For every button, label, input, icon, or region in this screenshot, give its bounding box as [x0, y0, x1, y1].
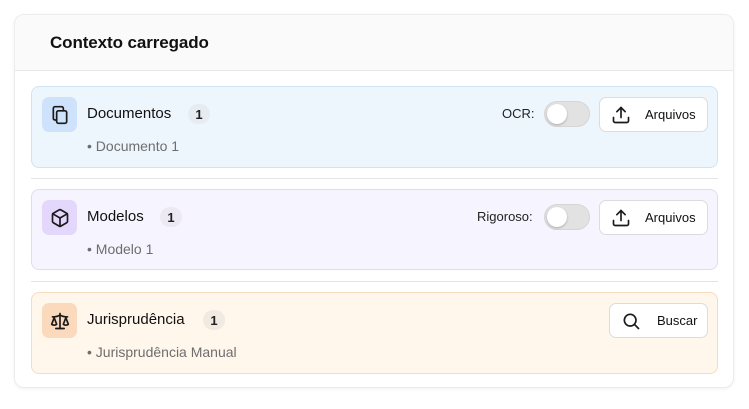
- jurisprudence-count-badge: 1: [203, 310, 225, 330]
- documents-title: Documentos: [87, 105, 172, 122]
- jurisprudence-section: Jurisprudência 1 • Jurisprudência Manual…: [31, 292, 718, 374]
- upload-icon: [611, 208, 631, 228]
- upload-button-label: Arquivos: [645, 210, 696, 225]
- upload-icon: [611, 105, 631, 125]
- ocr-toggle-label: OCR:: [502, 106, 535, 121]
- toggle-knob: [547, 104, 567, 124]
- models-title: Modelos: [87, 208, 144, 225]
- models-section: Modelos 1 • Modelo 1 Rigoroso: Arquivos: [31, 189, 718, 270]
- list-item: • Documento 1: [87, 138, 180, 154]
- models-upload-button[interactable]: Arquivos: [599, 200, 708, 235]
- upload-button-label: Arquivos: [645, 107, 696, 122]
- context-card: Contexto carregado Documentos 1 • Docume…: [14, 14, 734, 388]
- card-title: Contexto carregado: [50, 32, 209, 52]
- search-button-label: Buscar: [657, 313, 698, 328]
- models-count-badge: 1: [160, 207, 182, 227]
- search-button[interactable]: Buscar: [609, 303, 708, 338]
- list-item: • Modelo 1: [87, 241, 154, 257]
- documents-count-badge: 1: [188, 104, 210, 124]
- jurisprudence-title: Jurisprudência: [87, 311, 185, 328]
- card-header: Contexto carregado: [15, 15, 733, 71]
- documents-section: Documentos 1 • Documento 1 OCR: Arquivos: [31, 86, 718, 168]
- box-icon: [42, 200, 77, 235]
- list-item: • Jurisprudência Manual: [87, 344, 237, 360]
- toggle-knob: [547, 207, 567, 227]
- ocr-toggle[interactable]: [544, 101, 590, 127]
- divider: [31, 281, 718, 282]
- divider: [31, 178, 718, 179]
- rigoroso-toggle[interactable]: [544, 204, 590, 230]
- scale-icon: [42, 303, 77, 338]
- search-icon: [621, 311, 641, 331]
- rigoroso-toggle-label: Rigoroso:: [477, 209, 533, 224]
- documents-upload-button[interactable]: Arquivos: [599, 97, 708, 132]
- copy-icon: [42, 97, 77, 132]
